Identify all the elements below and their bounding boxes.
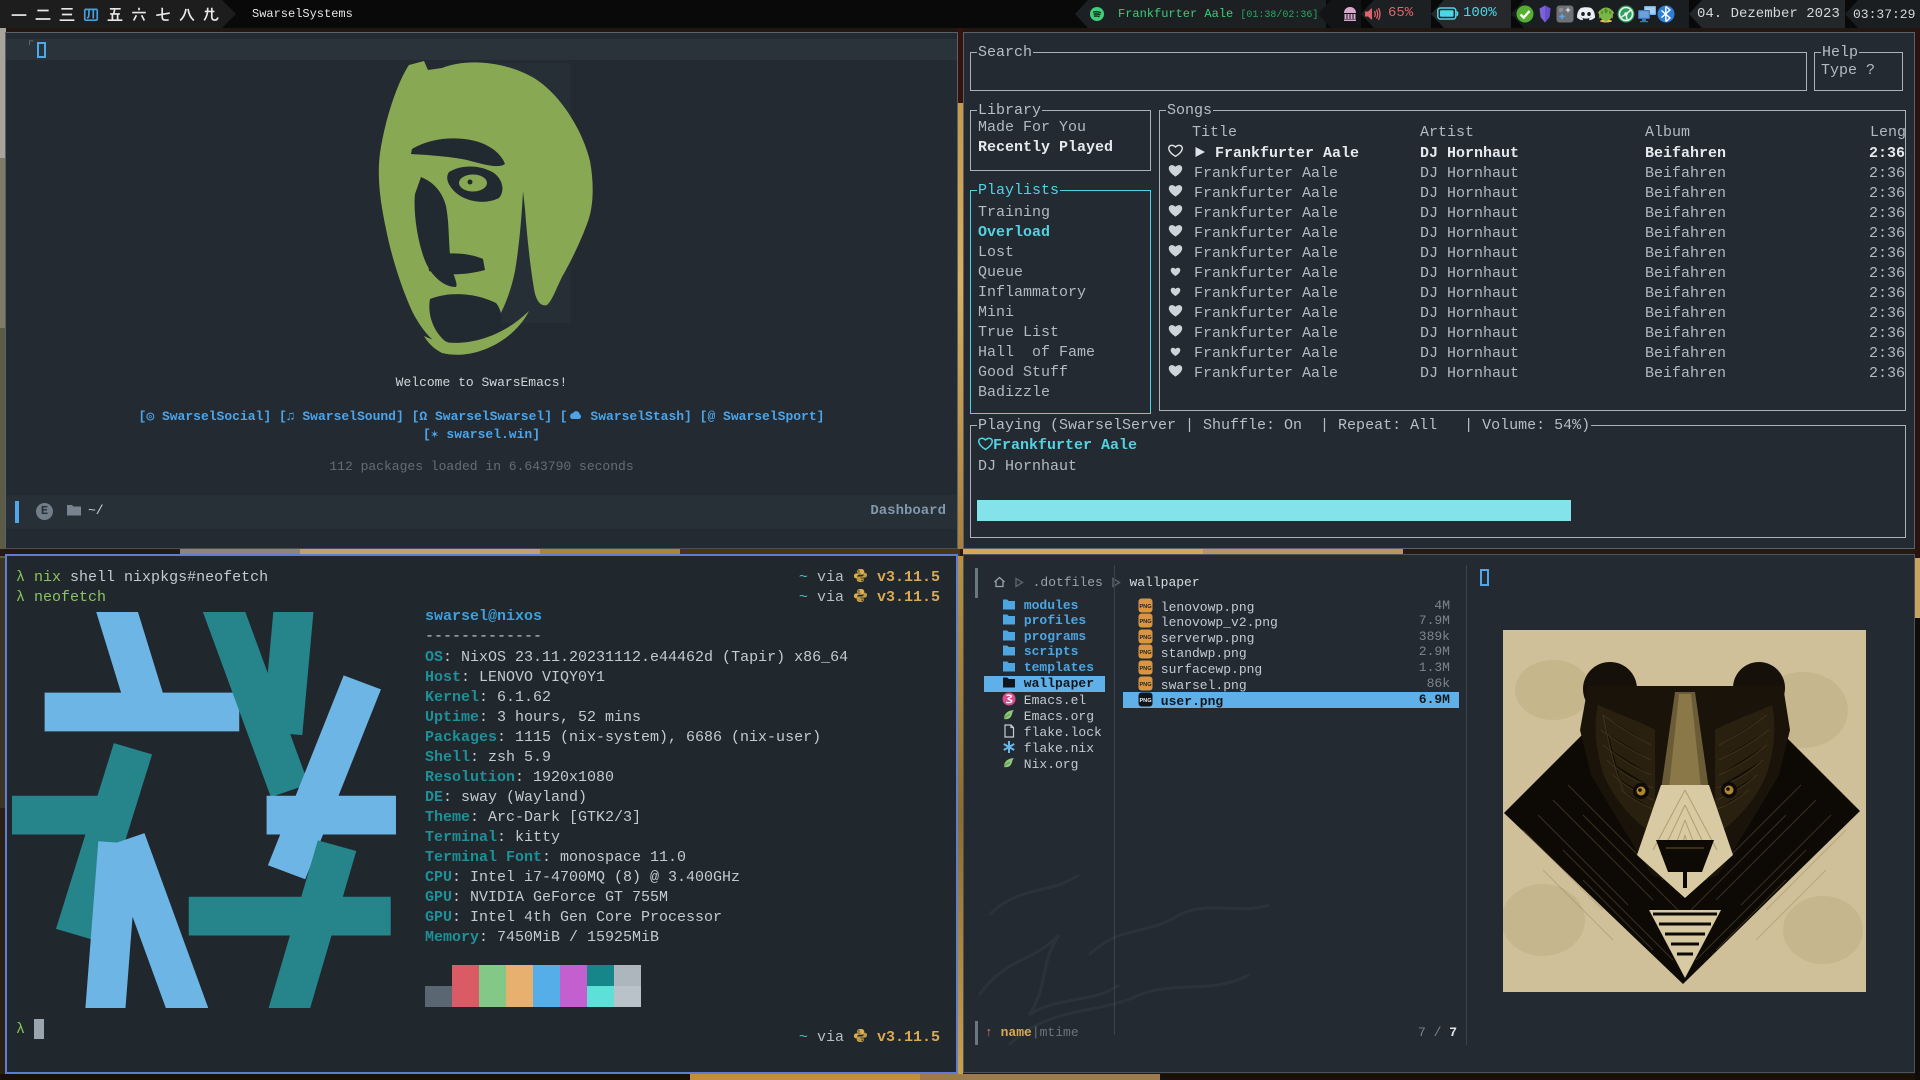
svg-text:PNG: PNG bbox=[1139, 650, 1151, 656]
svg-text:PNG: PNG bbox=[1139, 666, 1151, 672]
svg-text:PNG: PNG bbox=[1139, 619, 1151, 625]
svg-text:PNG: PNG bbox=[1139, 604, 1151, 610]
svg-text:PNG: PNG bbox=[1139, 635, 1151, 641]
svg-text:PNG: PNG bbox=[1139, 698, 1151, 704]
svg-text:PNG: PNG bbox=[1139, 682, 1151, 688]
